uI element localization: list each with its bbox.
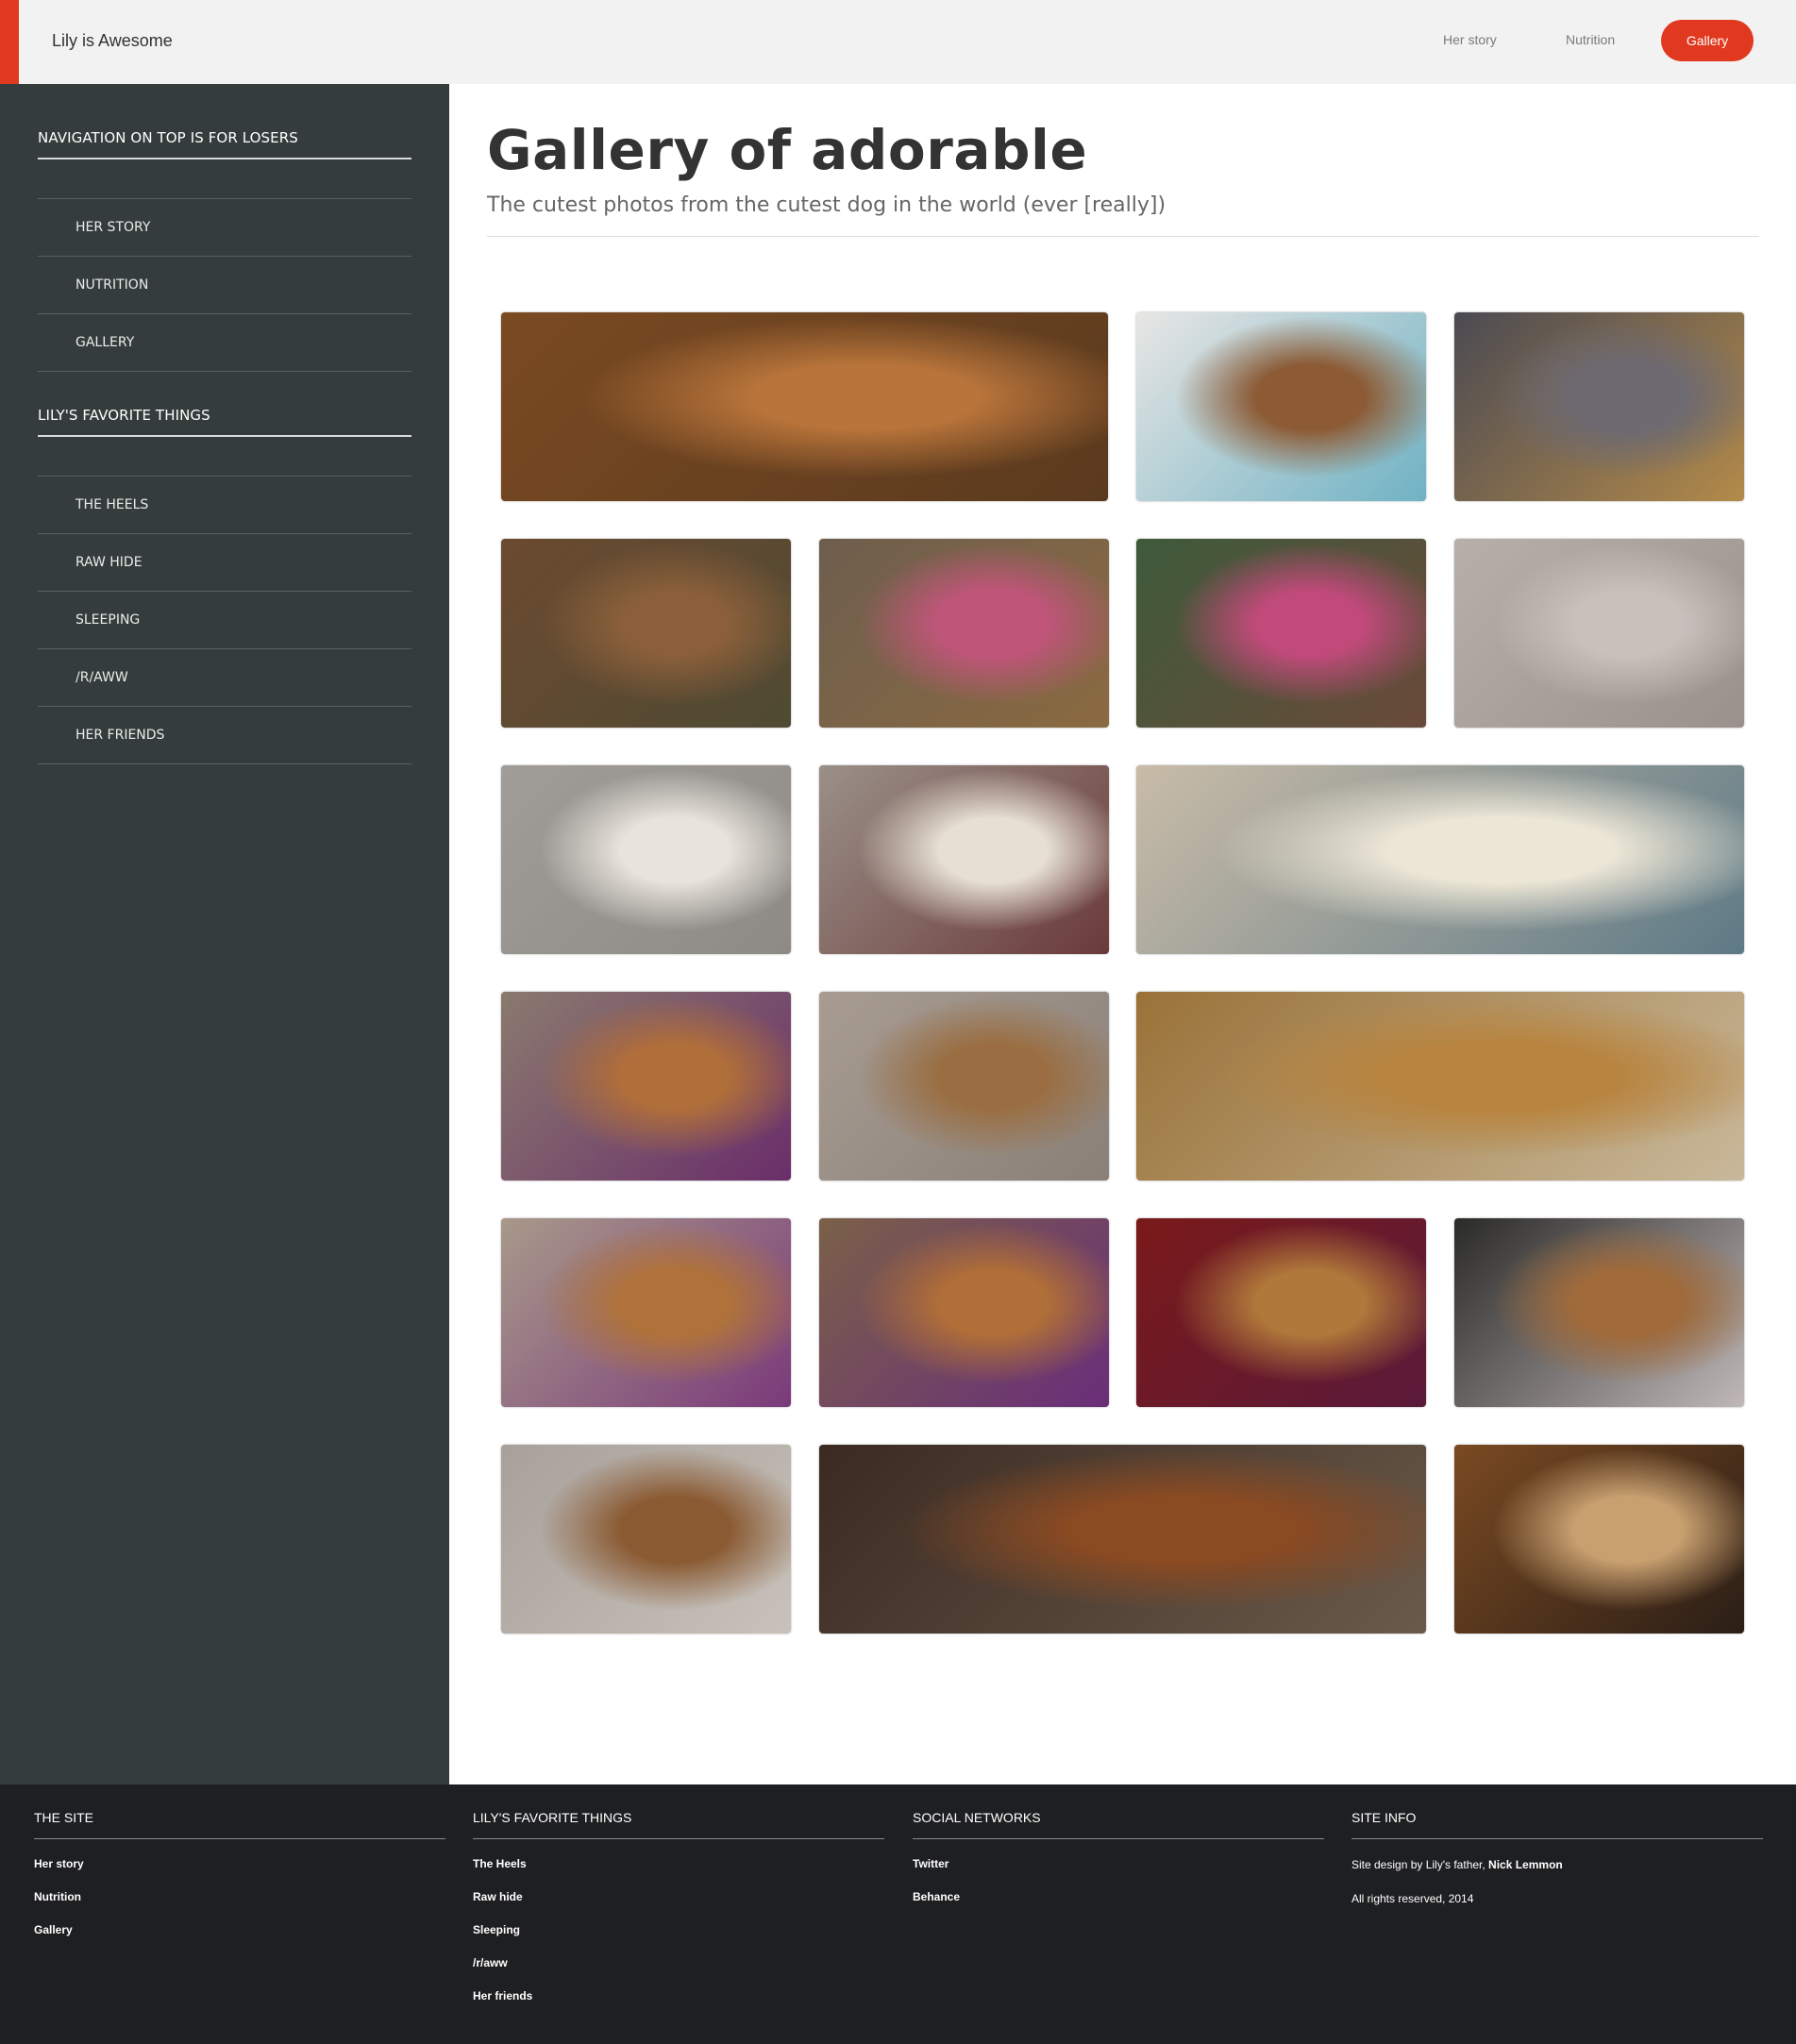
gallery-photo-dogs-sleeping-dim[interactable] (819, 1445, 1426, 1634)
sidebar-item-label: Gallery (76, 335, 135, 350)
title-divider (487, 236, 1759, 237)
sidebar-divider (38, 371, 411, 372)
sidebar-item-label: Nutrition (76, 277, 149, 293)
sidebar-item-nutrition[interactable]: Nutrition (38, 256, 411, 313)
gallery-photo-puppy-looking-up[interactable] (819, 1218, 1109, 1407)
sidebar-item-her-story[interactable]: Her story (38, 198, 411, 256)
sidebar-item-r-aww[interactable]: /r/aww (38, 648, 411, 706)
gallery-photo-puppy-on-carpet[interactable] (819, 992, 1109, 1181)
footer-col-social: Social networks Twitter Behance (913, 1810, 1324, 1914)
gallery-photo-pink-toy-on-couch[interactable] (819, 539, 1109, 728)
gallery-photo-dogs-playing-tug[interactable] (819, 765, 1109, 954)
sidebar-item-label: Her story (76, 220, 151, 235)
gallery-photo-dog-on-rug[interactable] (1454, 1445, 1744, 1634)
footer-heading: Lily's favorite things (473, 1810, 884, 1839)
sidebar-item-gallery[interactable]: Gallery (38, 313, 411, 371)
brand-accent-stripe (0, 0, 19, 84)
sidebar-heading-navigation: Navigation on top is for losers (38, 129, 411, 159)
gallery-photo-puppy-with-toys[interactable] (501, 992, 791, 1181)
footer-link-behance[interactable]: Behance (913, 1881, 1324, 1914)
footer: The site Her story Nutrition Gallery Lil… (0, 1784, 1796, 2044)
gallery-photo-puppy-lying-with-toy[interactable] (501, 1218, 791, 1407)
copyright-text: All rights reserved, 2014 (1351, 1892, 1474, 1905)
sidebar: Navigation on top is for losers Her stor… (0, 84, 449, 1784)
sidebar-item-her-friends[interactable]: Her friends (38, 706, 411, 763)
site-brand[interactable]: Lily is Awesome (52, 31, 173, 51)
footer-col-site-info: Site info Site design by Lily's father, … (1351, 1810, 1763, 1916)
sidebar-item-label: The Heels (76, 497, 149, 512)
gallery-photo-dog-closeup-glowing-eyes[interactable] (501, 312, 1108, 501)
footer-col-site: The site Her story Nutrition Gallery (34, 1810, 445, 1947)
nav-her-story[interactable]: Her story (1443, 32, 1497, 47)
footer-link-raw-hide[interactable]: Raw hide (473, 1881, 884, 1914)
footer-col-favorites: Lily's favorite things The Heels Raw hid… (473, 1810, 884, 2013)
sidebar-item-label: Raw hide (76, 555, 143, 570)
gallery-photo-rawhide-bone[interactable] (501, 765, 791, 954)
gallery-photo-white-dog-on-carpet[interactable] (1136, 765, 1744, 954)
footer-link-her-friends[interactable]: Her friends (473, 1980, 884, 2013)
top-bar: Lily is Awesome Her story Nutrition Gall… (0, 0, 1796, 84)
sidebar-heading-favorites: Lily's favorite things (38, 407, 411, 437)
page-subtitle: The cutest photos from the cutest dog in… (487, 193, 1167, 217)
gallery-photo-dog-in-pink-vest[interactable] (1136, 539, 1426, 728)
page-title: Gallery of adorable (487, 118, 1088, 182)
footer-link-nutrition[interactable]: Nutrition (34, 1881, 445, 1914)
footer-link-sleeping[interactable]: Sleeping (473, 1914, 884, 1947)
footer-heading: The site (34, 1810, 445, 1839)
footer-heading: Social networks (913, 1810, 1324, 1839)
nav-gallery-active[interactable]: Gallery (1661, 20, 1754, 61)
gallery-photo-puppy-on-red-couch[interactable] (1136, 1218, 1426, 1407)
nav-nutrition[interactable]: Nutrition (1566, 32, 1615, 47)
sidebar-item-label: Sleeping (76, 612, 141, 628)
gallery-photo-puppy-purple-harness-closeup[interactable] (1136, 992, 1744, 1181)
sidebar-item-raw-hide[interactable]: Raw hide (38, 533, 411, 591)
footer-link-the-heels[interactable]: The Heels (473, 1848, 884, 1881)
credit-author-link[interactable]: Nick Lemmon (1488, 1858, 1563, 1871)
gallery-photo-dog-walking-in-leaves[interactable] (501, 539, 791, 728)
gallery-photo-wooden-deck[interactable] (1454, 539, 1744, 728)
sidebar-item-the-heels[interactable]: The Heels (38, 476, 411, 533)
footer-link-gallery[interactable]: Gallery (34, 1914, 445, 1947)
gallery-photo-dog-on-blanket-dark[interactable] (1454, 1218, 1744, 1407)
footer-link-her-story[interactable]: Her story (34, 1848, 445, 1881)
footer-link-r-aww[interactable]: /r/aww (473, 1947, 884, 1980)
footer-heading: Site info (1351, 1810, 1763, 1839)
gallery-photo-dog-sleeping-on-blanket[interactable] (1454, 312, 1744, 501)
credit-prefix: Site design by Lily's father, (1351, 1858, 1485, 1871)
footer-link-twitter[interactable]: Twitter (913, 1848, 1324, 1881)
sidebar-item-sleeping[interactable]: Sleeping (38, 591, 411, 648)
sidebar-item-label: /r/aww (76, 670, 128, 685)
site-credit: Site design by Lily's father, Nick Lemmo… (1351, 1848, 1763, 1882)
gallery-photo-dog-in-car[interactable] (1136, 312, 1426, 501)
sidebar-divider (38, 763, 411, 764)
sidebar-item-label: Her friends (76, 728, 165, 743)
gallery-photo-dog-smiling-on-carpet[interactable] (501, 1445, 791, 1634)
